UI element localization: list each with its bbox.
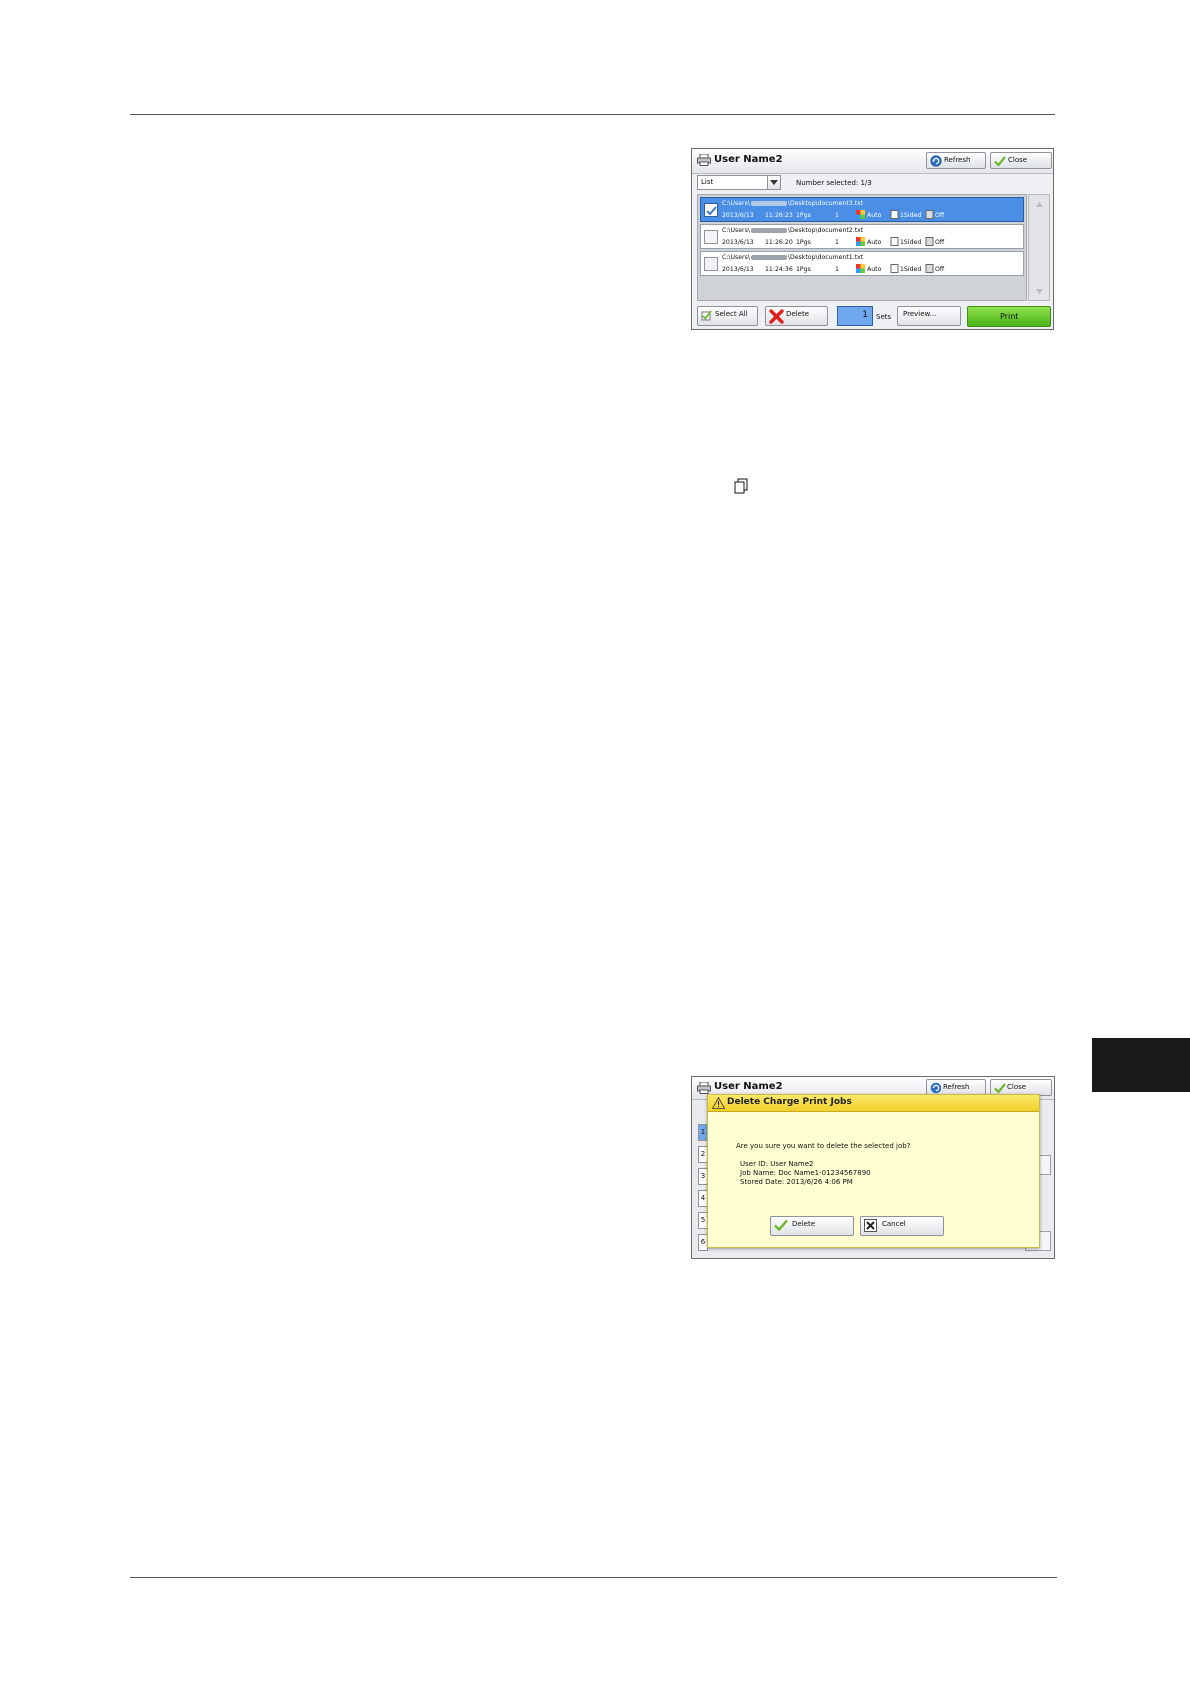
color-mode-icon: [856, 237, 865, 246]
close-label: Close: [1008, 156, 1028, 164]
dialog-header: Delete Charge Print Jobs: [708, 1095, 1039, 1112]
dialog-cancel-label: Cancel: [882, 1220, 906, 1228]
dropdown-arrow[interactable]: [767, 176, 780, 189]
job-date: 2013/6/13: [722, 266, 754, 273]
footer-rule: [130, 1577, 1057, 1578]
cancel-x-icon: [864, 1219, 877, 1232]
background-close-label: Close: [1007, 1083, 1027, 1091]
printer-icon: [697, 1082, 711, 1094]
job-list-screen: User Name2 Refresh Close List Number sel…: [691, 148, 1054, 330]
delete-confirm-screen: User Name2 Refresh Close : 1 2 3 4 5 6: [691, 1076, 1055, 1259]
dialog-title: Delete Charge Print Jobs: [727, 1097, 852, 1107]
close-button[interactable]: Close: [990, 152, 1052, 169]
title-bar: User Name2 Refresh Close: [692, 149, 1053, 174]
job-time: 11:26:23: [765, 212, 793, 219]
job-time: 11:24:36: [765, 266, 793, 273]
job-staple: Off: [935, 239, 945, 246]
delete-x-icon: [769, 309, 784, 324]
staple-icon: [925, 237, 934, 246]
select-all-button[interactable]: Select All: [697, 306, 758, 326]
refresh-label: Refresh: [944, 156, 971, 164]
scroll-down-icon[interactable]: [1036, 289, 1043, 294]
job-date: 2013/6/13: [722, 212, 754, 219]
job-row[interactable]: C:\Users\ \Desktop\document3.txt 2013/6/1…: [700, 197, 1024, 222]
printer-icon: [697, 154, 711, 166]
refresh-icon: [930, 1082, 942, 1094]
list-scrollbar[interactable]: [1028, 194, 1050, 301]
background-refresh-label: Refresh: [943, 1083, 970, 1091]
chapter-tab: [1092, 1038, 1190, 1092]
job-pages: 1Pgs: [796, 239, 811, 246]
dialog-job-name: Job Name: Doc Name1-01234567890: [740, 1169, 871, 1177]
redacted-username: [750, 254, 787, 260]
job-date: 2013/6/13: [722, 239, 754, 246]
refresh-icon: [930, 155, 942, 167]
job-pages: 1Pgs: [796, 266, 811, 273]
window-title: User Name2: [714, 154, 783, 165]
job-sides: 1Sided: [900, 239, 922, 246]
job-staple: Off: [935, 212, 945, 219]
dialog-user-id: User ID: User Name2: [740, 1160, 814, 1168]
check-icon: [706, 206, 717, 216]
sets-value: 1: [862, 310, 868, 320]
check-icon: [994, 1083, 1006, 1094]
document-icon: [734, 478, 748, 494]
staple-icon: [925, 264, 934, 273]
preview-label: Preview...: [903, 310, 937, 318]
job-staple: Off: [935, 266, 945, 273]
job-color: Auto: [867, 239, 882, 246]
dialog-delete-button[interactable]: Delete: [770, 1216, 854, 1236]
job-quantity: 1: [835, 266, 839, 273]
job-checkbox[interactable]: [704, 230, 718, 244]
redacted-username: [750, 227, 787, 233]
color-mode-icon: [856, 264, 865, 273]
number-selected: Number selected: 1/3: [796, 179, 872, 187]
job-pages: 1Pgs: [796, 212, 811, 219]
sided-icon: [890, 237, 899, 246]
background-window-title: User Name2: [714, 1081, 783, 1092]
sets-label: Sets: [876, 313, 892, 321]
check-icon: [774, 1219, 788, 1231]
sided-icon: [890, 210, 899, 219]
job-color: Auto: [867, 212, 882, 219]
print-button[interactable]: Print: [967, 306, 1051, 327]
dialog-delete-label: Delete: [792, 1220, 815, 1228]
delete-label: Delete: [786, 310, 809, 318]
dropdown-value: List: [701, 178, 714, 186]
dialog-question: Are you sure you want to delete the sele…: [736, 1142, 911, 1150]
chevron-down-icon: [770, 180, 778, 185]
dialog-stored-date: Stored Date: 2013/6/26 4:06 PM: [740, 1178, 853, 1186]
job-color: Auto: [867, 266, 882, 273]
job-quantity: 1: [835, 212, 839, 219]
delete-button[interactable]: Delete: [765, 306, 828, 326]
job-sides: 1Sided: [900, 266, 922, 273]
check-icon: [994, 156, 1006, 167]
redacted-username: [750, 200, 787, 206]
staple-icon: [925, 210, 934, 219]
job-sides: 1Sided: [900, 212, 922, 219]
job-row[interactable]: C:\Users\ \Desktop\document1.txt 2013/6/1…: [700, 251, 1024, 276]
sets-input[interactable]: 1: [837, 306, 873, 326]
job-time: 11:26:20: [765, 239, 793, 246]
print-label: Print: [1000, 312, 1019, 321]
job-quantity: 1: [835, 239, 839, 246]
job-checkbox[interactable]: [704, 257, 718, 271]
dialog-cancel-button[interactable]: Cancel: [860, 1216, 944, 1236]
view-dropdown[interactable]: List: [697, 175, 781, 190]
refresh-button[interactable]: Refresh: [926, 152, 986, 169]
preview-button[interactable]: Preview...: [897, 306, 961, 326]
sided-icon: [890, 264, 899, 273]
job-row[interactable]: C:\Users\ \Desktop\document2.txt 2013/6/1…: [700, 224, 1024, 249]
job-checkbox[interactable]: [704, 203, 718, 217]
select-all-icon: [701, 310, 712, 321]
job-path: C:\Users\ \Desktop\document2.txt: [722, 227, 864, 234]
color-mode-icon: [856, 210, 865, 219]
job-path: C:\Users\ \Desktop\document1.txt: [722, 254, 864, 261]
select-all-label: Select All: [715, 310, 748, 318]
job-path: C:\Users\ \Desktop\document3.txt: [722, 200, 864, 207]
job-list: C:\Users\ \Desktop\document3.txt 2013/6/1…: [697, 194, 1027, 301]
scroll-up-icon[interactable]: [1036, 202, 1043, 207]
warning-icon: [712, 1097, 725, 1109]
header-rule: [130, 114, 1055, 115]
